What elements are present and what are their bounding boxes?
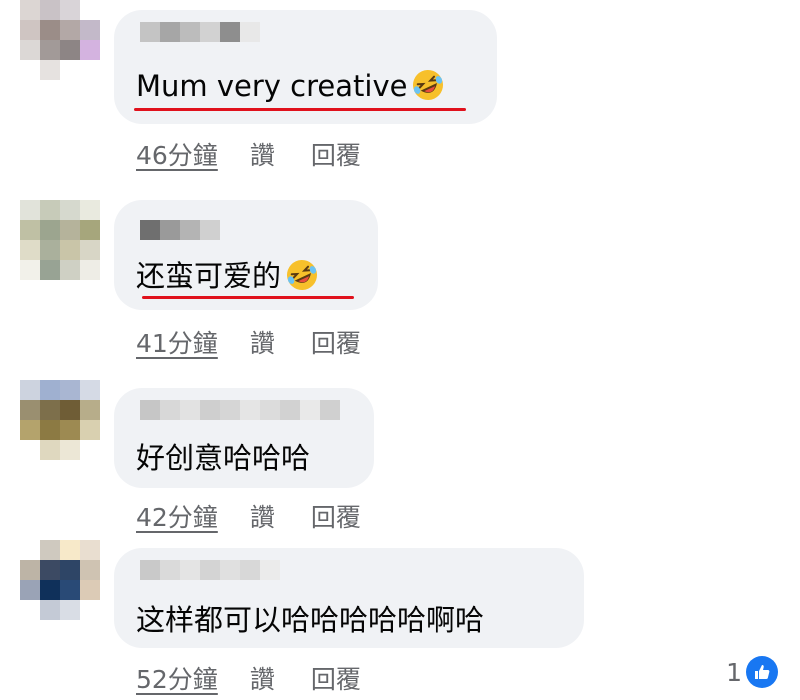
like-button[interactable]: 讚 <box>250 498 275 534</box>
avatar[interactable] <box>20 0 100 80</box>
comment-text: 还蛮可爱的 <box>136 256 319 296</box>
comment-bubble: 还蛮可爱的 <box>114 200 378 310</box>
comment-actions: 52分鐘 讚 回覆 <box>136 660 361 696</box>
comment-text: Mum very creative <box>136 66 445 106</box>
avatar[interactable] <box>20 200 100 280</box>
comment-timestamp[interactable]: 41分鐘 <box>136 324 218 360</box>
reply-button[interactable]: 回覆 <box>311 660 361 696</box>
thumbs-up-icon <box>746 656 778 688</box>
comment-bubble: Mum very creative <box>114 10 497 124</box>
comment-text: 好创意哈哈哈 <box>136 441 311 475</box>
commenter-name-blurred[interactable] <box>140 560 280 580</box>
like-button[interactable]: 讚 <box>250 136 275 172</box>
like-button[interactable]: 讚 <box>250 660 275 696</box>
comment-timestamp[interactable]: 46分鐘 <box>136 136 218 172</box>
rolling-on-floor-laughing-icon <box>413 70 444 100</box>
comment-timestamp[interactable]: 42分鐘 <box>136 498 218 534</box>
like-button[interactable]: 讚 <box>250 324 275 360</box>
comment-actions: 46分鐘 讚 回覆 <box>136 136 361 172</box>
comment-text: 这样都可以哈哈哈哈哈啊哈 <box>136 603 485 637</box>
commenter-name-blurred[interactable] <box>140 220 220 240</box>
reply-button[interactable]: 回覆 <box>311 498 361 534</box>
commenter-name-blurred[interactable] <box>140 22 260 42</box>
comment-actions: 41分鐘 讚 回覆 <box>136 324 361 360</box>
avatar[interactable] <box>20 380 100 460</box>
comment-bubble: 这样都可以哈哈哈哈哈啊哈 <box>114 548 584 648</box>
red-underline-mark <box>134 108 466 111</box>
comment-actions: 42分鐘 讚 回覆 <box>136 498 361 534</box>
comment-timestamp[interactable]: 52分鐘 <box>136 660 218 696</box>
reaction-summary[interactable]: 1 <box>726 656 778 688</box>
red-underline-mark <box>142 296 354 299</box>
avatar[interactable] <box>20 540 100 620</box>
reply-button[interactable]: 回覆 <box>311 324 361 360</box>
rolling-on-floor-laughing-icon <box>287 260 318 290</box>
reply-button[interactable]: 回覆 <box>311 136 361 172</box>
reaction-count: 1 <box>726 657 742 687</box>
commenter-name-blurred[interactable] <box>140 400 340 420</box>
comment-bubble: 好创意哈哈哈 <box>114 388 374 488</box>
